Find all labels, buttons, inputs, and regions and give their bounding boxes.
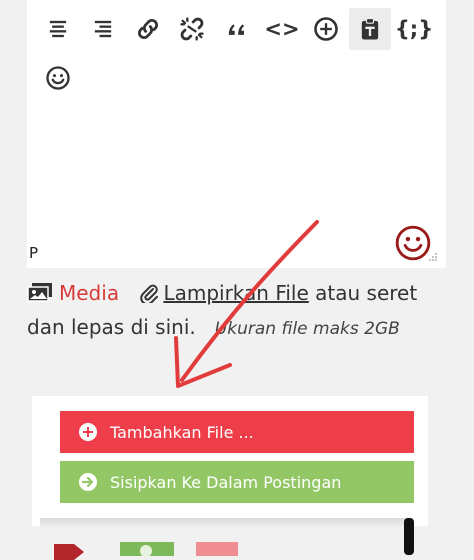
plus-circle-icon <box>79 423 97 441</box>
paste-button[interactable] <box>349 8 391 50</box>
link-icon <box>137 18 159 40</box>
paperclip-icon <box>140 284 159 303</box>
status-swatch-green[interactable] <box>120 542 174 557</box>
upload-instructions: Media Lampirkan File atau seret dan lepa… <box>27 276 447 346</box>
panel-divider <box>40 518 412 528</box>
rich-text-editor[interactable]: <> {;} P <box>27 0 446 268</box>
align-center-icon <box>49 20 67 38</box>
blockquote-button[interactable] <box>216 8 258 50</box>
emoji-picker-icon[interactable] <box>394 224 432 262</box>
file-type-icon <box>54 544 84 560</box>
media-link[interactable]: Media <box>59 281 119 305</box>
align-center-button[interactable] <box>37 8 79 50</box>
status-dot <box>140 545 152 557</box>
emoji-toolbar-button[interactable] <box>37 57 79 99</box>
code-icon: <> <box>264 17 300 41</box>
code-button[interactable]: <> <box>261 8 303 50</box>
attachment-panel: Tambahkan File ... Sisipkan Ke Dalam Pos… <box>32 396 428 526</box>
resize-handle-icon[interactable] <box>428 252 438 262</box>
shortcode-button[interactable]: {;} <box>393 8 435 50</box>
insert-label: Sisipkan Ke Dalam Postingan <box>110 472 342 492</box>
unlink-button[interactable] <box>171 8 213 50</box>
scrollbar-thumb[interactable] <box>404 518 414 555</box>
editor-toolbar: <> {;} <box>27 0 446 105</box>
arrow-circle-right-icon <box>79 473 97 491</box>
status-swatch-red[interactable] <box>196 542 238 556</box>
add-file-button[interactable]: Tambahkan File ... <box>60 411 414 453</box>
insert-into-post-button[interactable]: Sisipkan Ke Dalam Postingan <box>60 461 414 503</box>
align-right-icon <box>94 20 112 38</box>
shortcode-icon: {;} <box>394 17 434 41</box>
paste-icon <box>361 17 379 40</box>
media-icon <box>27 283 52 302</box>
add-block-button[interactable] <box>305 8 347 50</box>
add-circle-icon <box>314 17 338 41</box>
emoji-icon <box>46 66 70 90</box>
link-button[interactable] <box>127 8 169 50</box>
paragraph-path-label: P <box>29 244 39 262</box>
unlink-icon <box>180 17 204 41</box>
attachment-list-row <box>40 528 414 560</box>
blockquote-icon <box>228 24 244 35</box>
align-right-button[interactable] <box>82 8 124 50</box>
attach-file-link[interactable]: Lampirkan File <box>163 281 308 305</box>
add-file-label: Tambahkan File ... <box>110 422 254 442</box>
file-size-hint: Ukuran file maks 2GB <box>214 319 400 339</box>
